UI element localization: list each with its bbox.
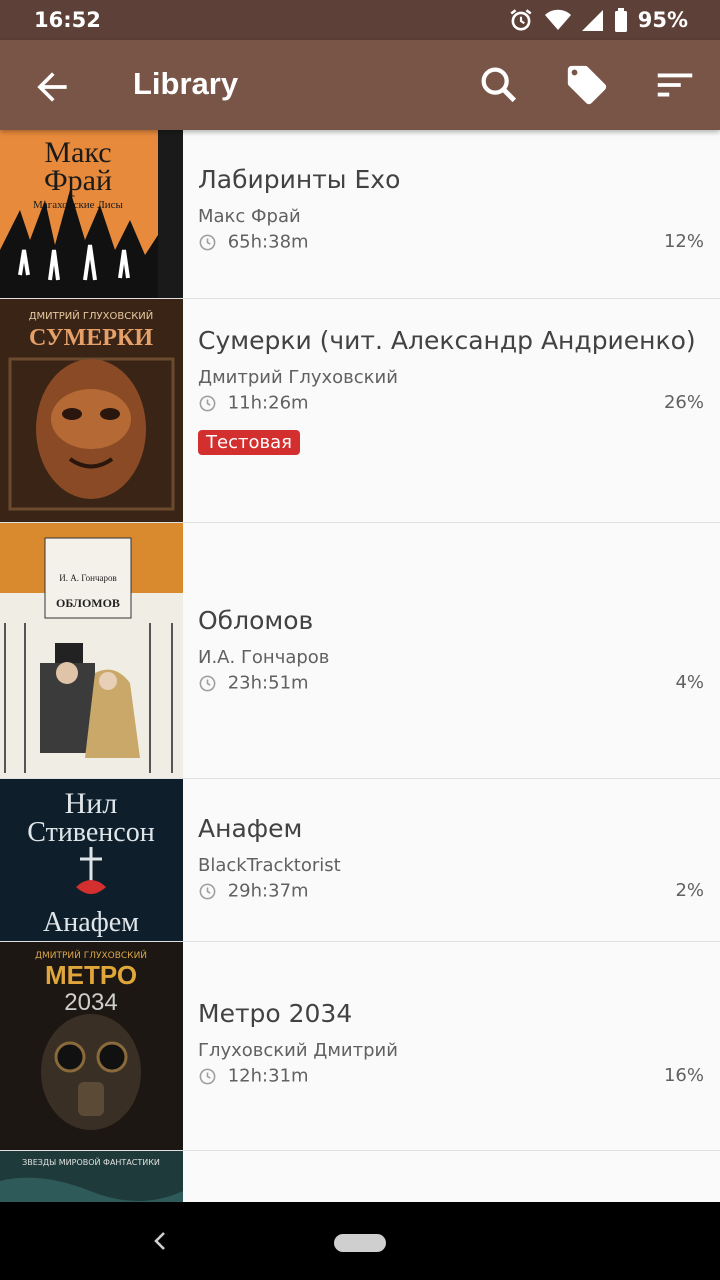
library-list[interactable]: Макс Фрай Мага­хонские Лисы Лабиринты Ех… [0, 130, 720, 1202]
book-item[interactable]: ЗВЕЗДЫ МИРОВОЙ ФАНТАСТИКИ [0, 1151, 720, 1202]
clock-icon [199, 1068, 216, 1084]
cover-text: Стивенсон [27, 817, 154, 848]
book-title: Лабиринты Ехо [198, 165, 401, 194]
back-arrow-icon[interactable] [30, 65, 74, 109]
cover-text: ЗВЕЗДЫ МИРОВОЙ ФАНТАСТИКИ [22, 1156, 160, 1167]
book-item[interactable]: Нил Стивенсон Анафем Анафем BlackTrackto… [0, 779, 720, 942]
nav-home-button[interactable] [334, 1234, 386, 1252]
book-progress: 4% [675, 672, 704, 693]
alarm-icon [510, 9, 532, 31]
status-time: 16:52 [34, 8, 101, 32]
book-author: BlackTracktorist [198, 855, 341, 876]
book-duration: 12h:31m [227, 1065, 309, 1087]
sort-icon[interactable] [652, 62, 698, 108]
book-cover: Макс Фрай Мага­хонские Лисы [0, 130, 183, 298]
book-cover: И. А. Гончаров ОБЛОМОВ [0, 523, 183, 778]
nav-back-icon[interactable] [150, 1229, 170, 1253]
system-nav-bar [0, 1202, 720, 1280]
book-cover: ДМИТРИЙ ГЛУХОВСКИЙ МЕТРО 2034 [0, 942, 183, 1150]
book-item[interactable]: И. А. Гончаров ОБЛОМОВ Обломов И.А. Гонч… [0, 523, 720, 779]
status-bar: 16:52 95% [0, 0, 720, 40]
cover-text: ОБЛОМОВ [56, 596, 120, 610]
book-title: Обломов [198, 606, 314, 635]
book-progress: 2% [675, 880, 704, 901]
book-author: Глуховский Дмитрий [198, 1040, 398, 1061]
cover-text: И. А. Гончаров [59, 573, 117, 583]
cover-text: ДМИТРИЙ ГЛУХОВСКИЙ [29, 309, 154, 322]
battery-percent: 95% [637, 8, 688, 32]
book-cover: ДМИТРИЙ ГЛУХОВСКИЙ СУМЕРКИ [0, 299, 183, 522]
book-author: Дмитрий Глуховский [198, 367, 398, 388]
wifi-icon [544, 9, 571, 30]
clock-icon [199, 675, 216, 691]
cover-text: 2034 [64, 989, 117, 1016]
book-duration: 29h:37m [227, 880, 309, 902]
page-title: Library [133, 66, 239, 101]
search-icon[interactable] [476, 62, 522, 108]
book-author: И.А. Гончаров [198, 647, 330, 668]
cover-text: Анафем [43, 907, 139, 938]
book-item[interactable]: Макс Фрай Мага­хонские Лисы Лабиринты Ех… [0, 130, 720, 299]
book-duration: 23h:51m [227, 672, 309, 694]
tag-badge[interactable]: Тестовая [198, 430, 300, 455]
book-cover: ЗВЕЗДЫ МИРОВОЙ ФАНТАСТИКИ [0, 1151, 183, 1202]
book-title: Метро 2034 [198, 999, 353, 1028]
book-item[interactable]: ДМИТРИЙ ГЛУХОВСКИЙ МЕТРО 2034 Метро 2034… [0, 942, 720, 1151]
book-progress: 16% [663, 1065, 704, 1086]
tag-icon[interactable] [564, 62, 610, 108]
app-bar: Library [0, 40, 720, 130]
book-title: Сумерки (чит. Александр Андриенко) [198, 326, 696, 355]
book-cover: Нил Стивенсон Анафем [0, 779, 183, 941]
book-duration: 11h:26m [227, 392, 309, 414]
book-progress: 26% [663, 392, 704, 413]
clock-icon [199, 395, 216, 411]
battery-icon [614, 8, 627, 32]
cover-text: Нил [65, 787, 118, 820]
book-item[interactable]: ДМИТРИЙ ГЛУХОВСКИЙ СУМЕРКИ Сумерки (чит.… [0, 299, 720, 523]
book-title: Анафем [198, 814, 303, 843]
book-duration: 65h:38m [227, 231, 309, 253]
cover-text: Фрай [44, 164, 112, 197]
clock-icon [199, 234, 216, 250]
cover-text: МЕТРО [45, 960, 137, 990]
signal-icon [581, 10, 603, 31]
book-progress: 12% [663, 231, 704, 252]
clock-icon [199, 883, 216, 899]
cover-text: СУМЕРКИ [29, 325, 153, 351]
book-author: Макс Фрай [198, 206, 301, 227]
